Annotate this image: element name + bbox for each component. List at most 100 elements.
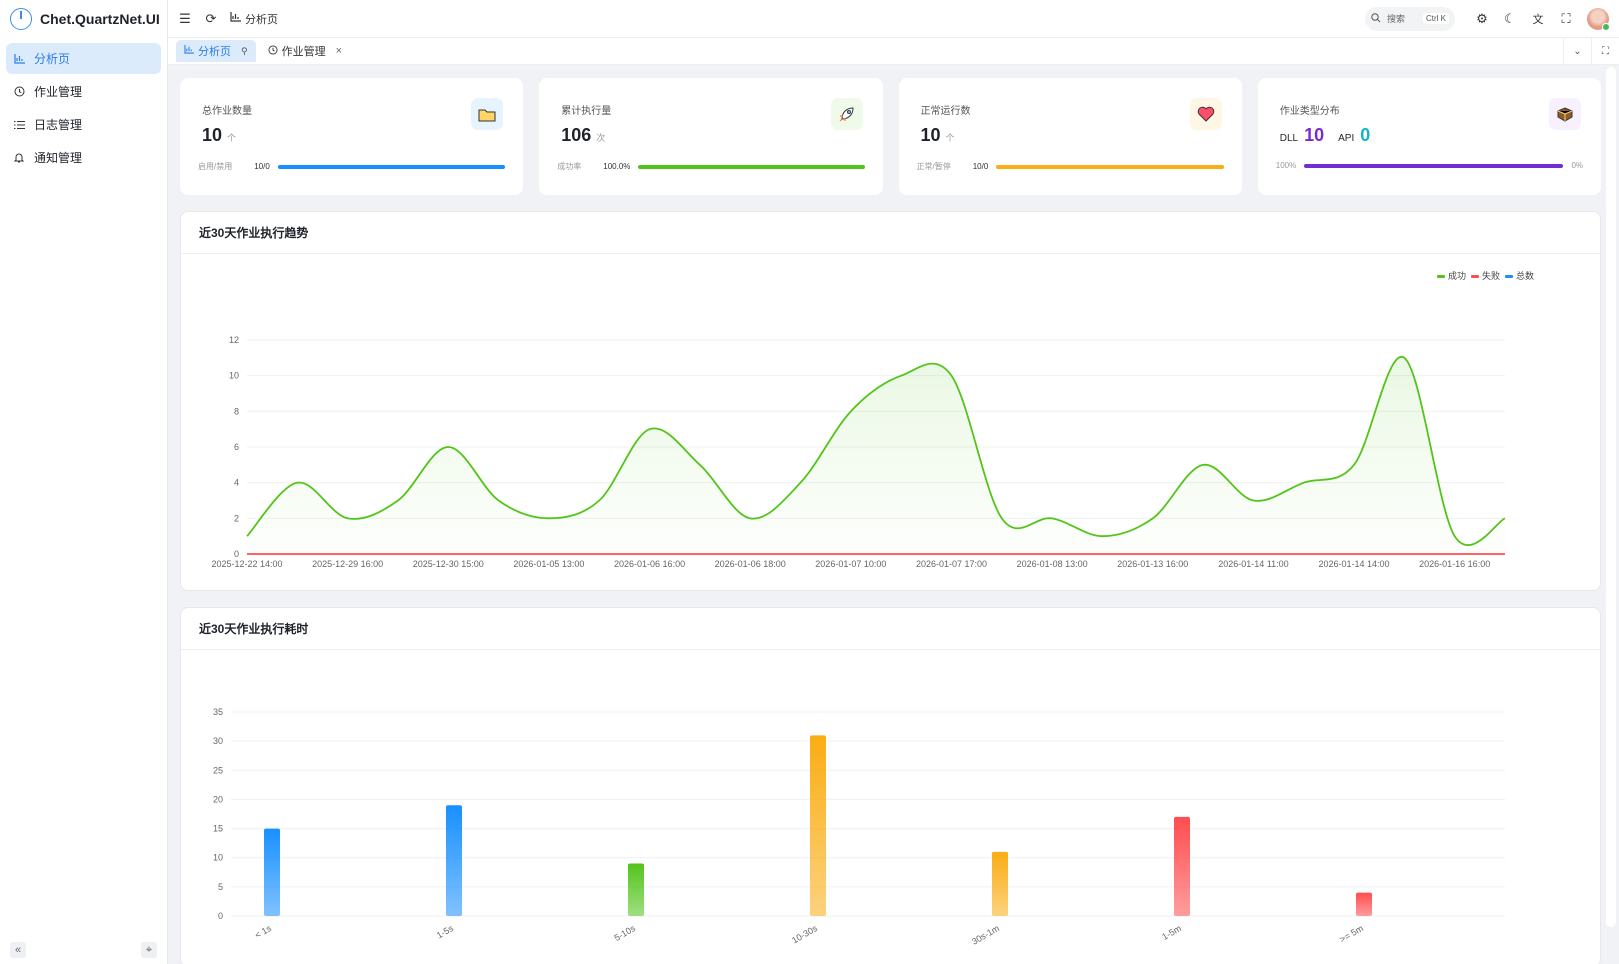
- stat-value: 10: [921, 125, 941, 146]
- dll-label: DLL: [1280, 133, 1298, 144]
- stat-foot-label: 正常/暂停: [917, 161, 951, 172]
- scrollbar[interactable]: [1601, 65, 1619, 964]
- search-input[interactable]: 搜索 Ctrl K: [1365, 7, 1455, 31]
- pin-icon[interactable]: ⌖: [141, 942, 157, 958]
- stat-label: 作业类型分布: [1280, 102, 1581, 117]
- stat-label: 累计执行量: [561, 102, 862, 117]
- stat-foot-left: 100%: [1276, 161, 1296, 170]
- translate-icon[interactable]: 文: [1525, 6, 1551, 32]
- search-shortcut: Ctrl K: [1423, 13, 1449, 24]
- chart-icon: [230, 12, 241, 25]
- progress-bar: [638, 165, 864, 169]
- sidebar-item-jobs[interactable]: 作业管理: [6, 76, 161, 107]
- dark-mode-icon[interactable]: ☾: [1497, 6, 1523, 32]
- clock-logo-icon: [10, 8, 32, 30]
- y-tick-label: 2: [234, 513, 239, 523]
- brand[interactable]: Chet.QuartzNet.UI: [0, 0, 167, 37]
- progress-bar: [278, 165, 505, 169]
- legend-label: 成功: [1448, 270, 1466, 281]
- x-tick-label: 2026-01-06 18:00: [715, 559, 786, 569]
- avatar[interactable]: [1587, 8, 1609, 30]
- stat-foot-value: 100.0%: [603, 162, 630, 171]
- tab-jobs[interactable]: 作业管理 ×: [260, 40, 350, 62]
- sidebar-item-label: 作业管理: [34, 83, 82, 100]
- success-area: [247, 357, 1505, 554]
- pin-icon[interactable]: ⚲: [241, 46, 248, 57]
- clock-icon: [12, 86, 26, 97]
- breadcrumb[interactable]: 分析页: [230, 11, 278, 27]
- dll-value: 10: [1304, 125, 1324, 146]
- chevron-down-icon[interactable]: ⌄: [1563, 38, 1591, 64]
- trend-chart-card: 近30天作业执行趋势 0246810122025-12-22 14:002025…: [180, 211, 1601, 591]
- x-tick-label: 2026-01-07 17:00: [916, 559, 987, 569]
- stat-card-executions: 累计执行量 106 次 成功率 100.0%: [539, 78, 882, 195]
- main-content: 总作业数量 10 个 启用/禁用 10/0 累计执行量 106 次: [180, 78, 1601, 964]
- tab-bar: 分析页 ⚲ 作业管理 × ⌄ ⛶: [168, 37, 1619, 65]
- x-tick-label: 1-5m: [1160, 923, 1183, 942]
- collapse-icon[interactable]: «: [10, 942, 26, 958]
- search-placeholder: 搜索: [1387, 12, 1405, 25]
- bar: [1356, 893, 1372, 916]
- sidebar-item-logs[interactable]: 日志管理: [6, 109, 161, 140]
- stat-card-running: 正常运行数 10 个 正常/暂停 10/0: [899, 78, 1242, 195]
- tab-actions: ⌄ ⛶: [1563, 38, 1619, 64]
- breadcrumb-label: 分析页: [245, 11, 278, 27]
- duration-bar-chart: 05101520253035< 1s1-5s5-10s10-30s30s-1m1…: [181, 650, 1600, 964]
- search-icon: [1371, 13, 1381, 25]
- legend-swatch: [1437, 275, 1445, 278]
- y-tick-label: 6: [234, 442, 239, 452]
- x-tick-label: 2026-01-07 10:00: [815, 559, 886, 569]
- settings-icon[interactable]: ⚙: [1469, 6, 1495, 32]
- duration-chart-card: 近30天作业执行耗时 05101520253035< 1s1-5s5-10s10…: [180, 607, 1601, 964]
- progress-bar: [1304, 164, 1563, 168]
- sidebar-item-label: 分析页: [34, 50, 70, 67]
- progress-bar: [996, 165, 1223, 169]
- stat-foot-label: 启用/禁用: [198, 161, 232, 172]
- scrollbar-thumb[interactable]: [1606, 67, 1616, 927]
- rocket-icon: [831, 98, 863, 130]
- close-icon[interactable]: ×: [336, 45, 342, 57]
- x-tick-label: 2026-01-13 16:00: [1117, 559, 1188, 569]
- x-tick-label: 2025-12-29 16:00: [312, 559, 383, 569]
- bar: [1174, 817, 1190, 916]
- x-tick-label: 2026-01-14 11:00: [1218, 559, 1288, 569]
- legend-swatch: [1505, 275, 1513, 278]
- list-icon: [12, 120, 26, 130]
- api-value: 0: [1360, 125, 1370, 146]
- stat-value: 106: [561, 125, 591, 146]
- clock-icon: [268, 45, 278, 58]
- sidebar-item-notify[interactable]: 通知管理: [6, 142, 161, 173]
- bell-icon: [12, 152, 26, 163]
- refresh-icon[interactable]: ⟳: [198, 6, 224, 32]
- box-icon: [1549, 98, 1581, 130]
- stat-foot-value: 10/0: [973, 162, 989, 171]
- stat-unit: 次: [596, 131, 605, 144]
- y-tick-label: 15: [213, 824, 223, 834]
- y-tick-label: 5: [218, 882, 223, 892]
- trend-line-chart: 0246810122025-12-22 14:002025-12-29 16:0…: [181, 254, 1600, 590]
- fullscreen-icon[interactable]: ⛶: [1553, 6, 1579, 32]
- stat-label: 总作业数量: [202, 102, 503, 117]
- x-tick-label: 2025-12-30 15:00: [413, 559, 484, 569]
- bar: [264, 829, 280, 916]
- card-title: 近30天作业执行趋势: [181, 212, 1600, 254]
- x-tick-label: 2026-01-06 16:00: [614, 559, 685, 569]
- chart-icon: [184, 45, 194, 57]
- sidebar-item-analysis[interactable]: 分析页: [6, 43, 161, 74]
- y-tick-label: 4: [234, 478, 239, 488]
- stat-foot-right: 0%: [1571, 161, 1583, 170]
- y-tick-label: 8: [234, 406, 239, 416]
- y-tick-label: 10: [229, 371, 239, 381]
- folder-icon: [471, 98, 503, 130]
- tab-analysis[interactable]: 分析页 ⚲: [176, 40, 256, 62]
- stat-value: 10: [202, 125, 222, 146]
- x-tick-label: >= 5m: [1338, 923, 1365, 944]
- y-tick-label: 0: [234, 549, 239, 559]
- tab-label: 分析页: [198, 43, 231, 59]
- maximize-icon[interactable]: ⛶: [1591, 38, 1619, 64]
- menu-toggle-icon[interactable]: ☰: [172, 6, 198, 32]
- legend-swatch: [1471, 275, 1479, 278]
- top-header: ☰ ⟳ 分析页 搜索 Ctrl K ⚙ ☾ 文 ⛶: [168, 0, 1619, 37]
- x-tick-label: 2026-01-14 14:00: [1319, 559, 1390, 569]
- x-tick-label: 30s-1m: [970, 923, 1001, 947]
